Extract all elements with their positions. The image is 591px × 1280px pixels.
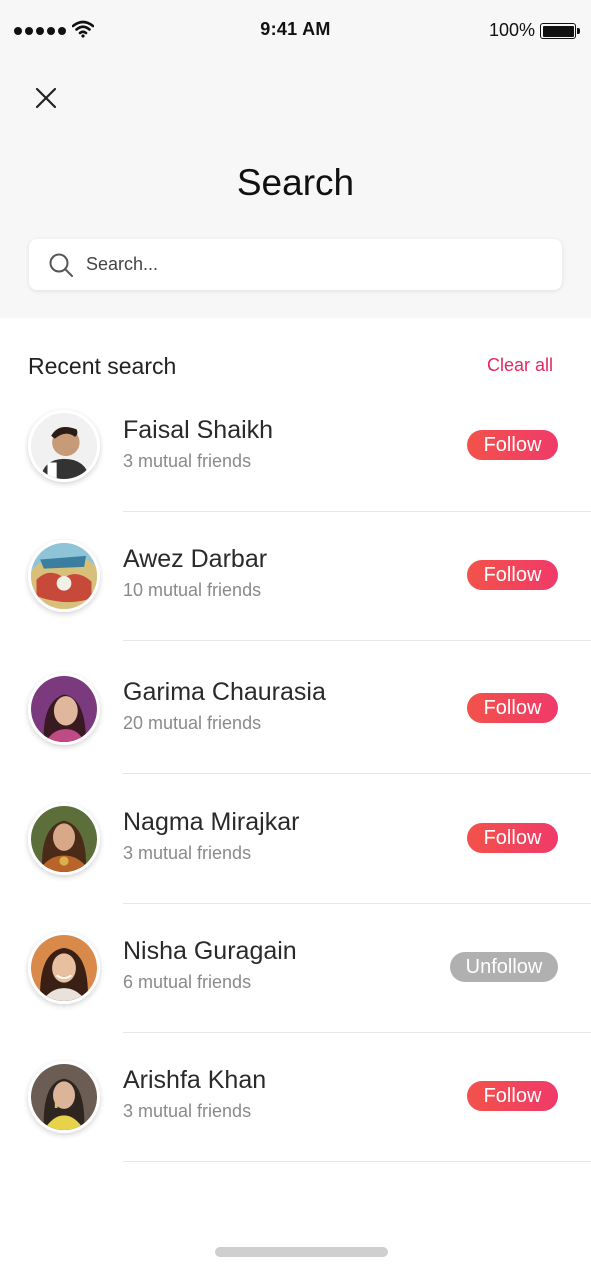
list-item[interactable]: Nagma Mirajkar 3 mutual friends Follow xyxy=(0,793,591,923)
close-icon xyxy=(35,87,57,109)
mutual-friends: 20 mutual friends xyxy=(123,713,262,733)
mutual-friends: 3 mutual friends xyxy=(123,843,252,863)
follow-button[interactable]: Follow xyxy=(467,823,558,853)
follow-button[interactable]: Follow xyxy=(467,693,558,723)
home-indicator[interactable] xyxy=(215,1247,388,1257)
avatar[interactable] xyxy=(28,540,100,612)
list-item[interactable]: Faisal Shaikh 3 mutual friends Follow xyxy=(0,400,591,530)
list-item[interactable]: Awez Darbar 10 mutual friends Follow xyxy=(0,530,591,660)
close-button[interactable] xyxy=(28,80,64,116)
user-name[interactable]: Nagma Mirajkar xyxy=(123,808,299,837)
list-item[interactable]: Nisha Guragain 6 mutual friends Unfollow xyxy=(0,922,591,1052)
unfollow-button[interactable]: Unfollow xyxy=(450,952,558,982)
avatar[interactable] xyxy=(28,673,100,745)
user-name[interactable]: Garima Chaurasia xyxy=(123,678,326,707)
divider xyxy=(123,1161,591,1162)
recent-search-title: Recent search xyxy=(28,353,177,379)
divider xyxy=(123,773,591,774)
divider xyxy=(123,903,591,904)
user-name[interactable]: Awez Darbar xyxy=(123,545,267,574)
mutual-friends: 10 mutual friends xyxy=(123,580,262,600)
page-title: Search xyxy=(236,162,355,203)
user-name[interactable]: Faisal Shaikh xyxy=(123,416,273,445)
list-item[interactable]: Arishfa Khan 3 mutual friends Follow xyxy=(0,1051,591,1181)
follow-button[interactable]: Follow xyxy=(467,1081,558,1111)
follow-button[interactable]: Follow xyxy=(467,430,558,460)
user-name[interactable]: Nisha Guragain xyxy=(123,937,297,966)
divider xyxy=(123,640,591,641)
list-item[interactable]: Garima Chaurasia 20 mutual friends Follo… xyxy=(0,663,591,793)
status-bar: 9:41 AM 100% xyxy=(0,0,591,60)
battery-percent: 100% xyxy=(488,20,535,40)
user-name[interactable]: Arishfa Khan xyxy=(123,1066,266,1095)
divider xyxy=(123,511,591,512)
avatar[interactable] xyxy=(28,410,100,482)
search-icon xyxy=(49,253,73,277)
avatar[interactable] xyxy=(28,932,100,1004)
clear-all-button[interactable]: Clear all xyxy=(487,355,553,376)
divider xyxy=(123,1032,591,1033)
avatar[interactable] xyxy=(28,803,100,875)
avatar[interactable] xyxy=(28,1061,100,1133)
search-input[interactable] xyxy=(86,239,546,290)
follow-button[interactable]: Follow xyxy=(467,560,558,590)
mutual-friends: 3 mutual friends xyxy=(123,451,252,471)
battery-icon xyxy=(540,23,580,39)
mutual-friends: 3 mutual friends xyxy=(123,1101,252,1121)
mutual-friends: 6 mutual friends xyxy=(123,972,252,992)
search-box[interactable] xyxy=(29,239,562,290)
